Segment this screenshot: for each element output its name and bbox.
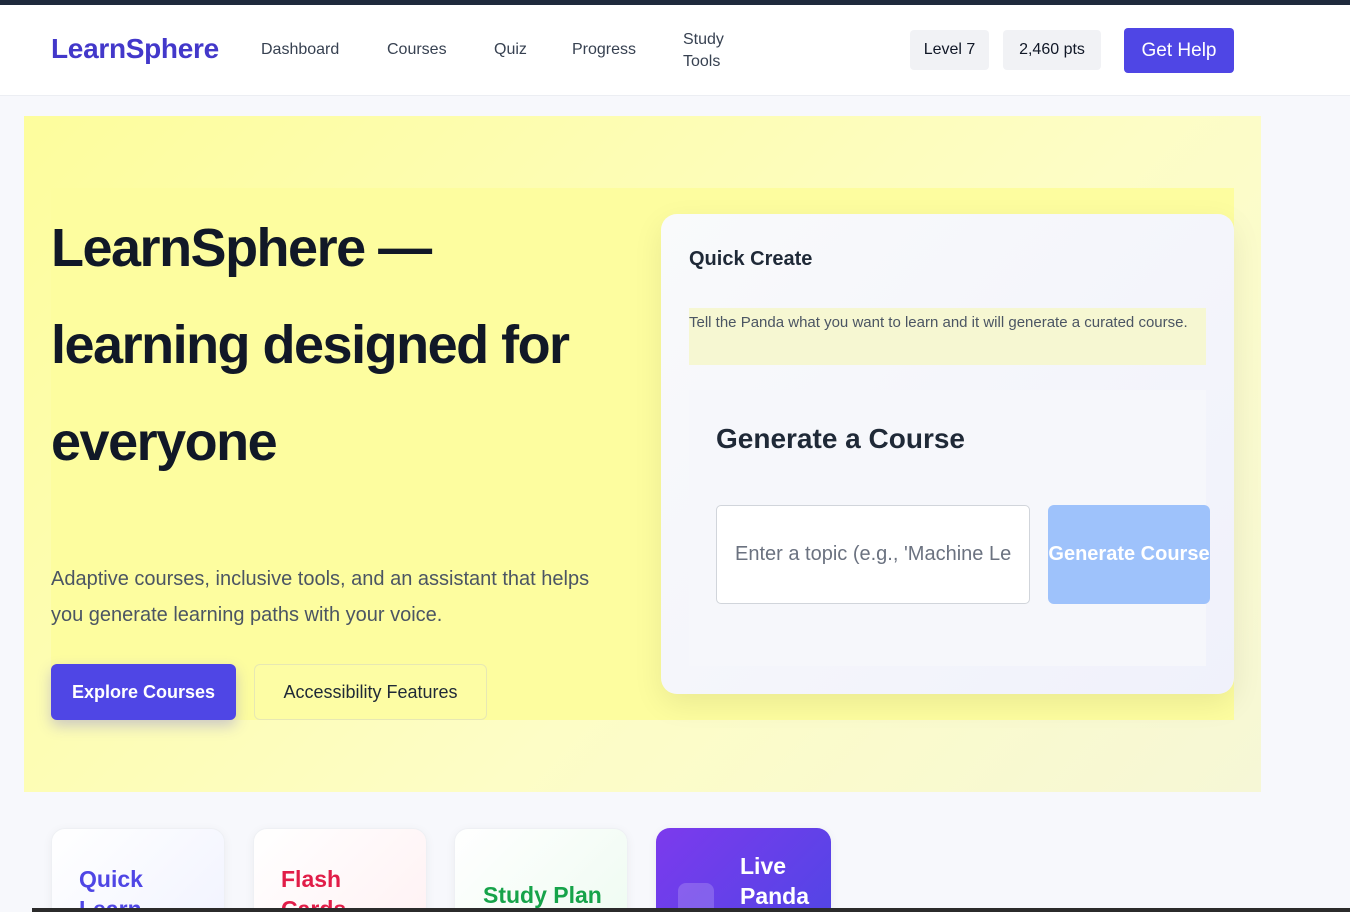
study-plan-label: Study Plan (483, 882, 602, 908)
flash-cards-card[interactable]: Flash Cards (253, 828, 427, 912)
nav-study-tools[interactable]: Study Tools (683, 29, 743, 73)
nav-progress[interactable]: Progress (572, 41, 636, 59)
course-topic-input[interactable] (716, 505, 1030, 604)
window-bottom-border (32, 908, 1350, 912)
quick-create-description: Tell the Panda what you want to learn an… (689, 308, 1206, 365)
live-panda-card[interactable]: Live Panda (656, 828, 831, 912)
points-badge: 2,460 pts (1003, 30, 1101, 70)
level-badge: Level 7 (910, 30, 989, 70)
get-help-button[interactable]: Get Help (1124, 28, 1234, 73)
generate-course-button[interactable]: Generate Course (1048, 505, 1210, 604)
quick-learn-label: Quick Learn (79, 866, 143, 912)
brand-logo[interactable]: LearnSphere (51, 33, 219, 65)
study-plan-card[interactable]: Study Plan (454, 828, 628, 912)
accessibility-features-button[interactable]: Accessibility Features (254, 664, 487, 720)
hero-title: LearnSphere — learning designed for ever… (51, 218, 570, 472)
explore-courses-button[interactable]: Explore Courses (51, 664, 236, 720)
flash-cards-label: Flash Cards (281, 866, 347, 912)
quick-learn-card[interactable]: Quick Learn (51, 828, 225, 912)
hero-subtitle: Adaptive courses, inclusive tools, and a… (51, 568, 590, 626)
nav-quiz[interactable]: Quiz (494, 41, 527, 59)
generate-course-title: Generate a Course (716, 423, 965, 454)
top-navbar: LearnSphere Dashboard Courses Quiz Progr… (0, 5, 1350, 96)
nav-dashboard[interactable]: Dashboard (261, 41, 339, 59)
quick-create-title: Quick Create (689, 248, 813, 270)
live-panda-label: Live Panda (740, 853, 810, 909)
nav-courses[interactable]: Courses (387, 41, 447, 59)
